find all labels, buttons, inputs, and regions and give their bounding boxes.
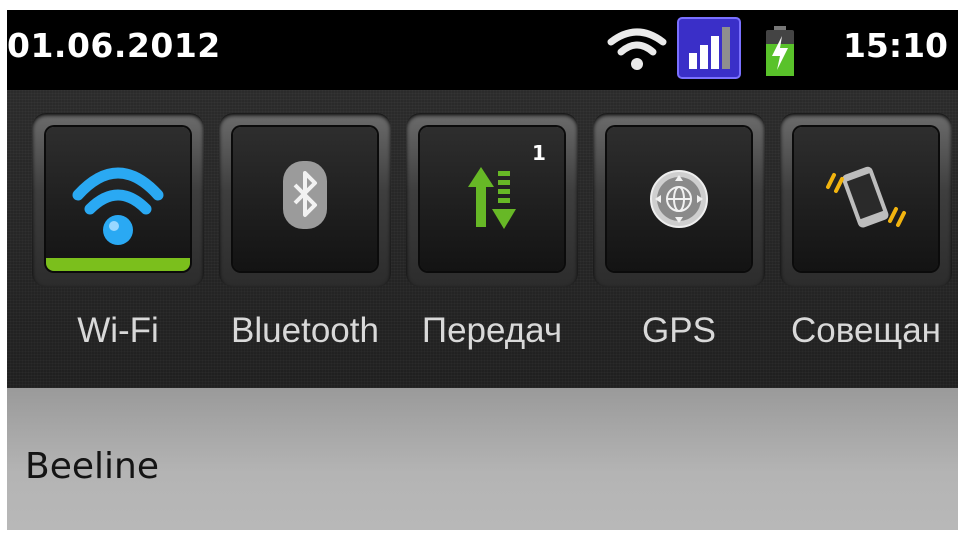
toggle-tile [32,113,204,287]
toggle-meeting-mode[interactable]: Совещан [780,113,952,371]
status-date: 01.06.2012 [7,26,221,65]
status-clock: 15:10 [842,26,948,65]
bluetooth-icon [283,161,327,229]
wifi-icon [607,28,667,70]
quick-settings-panel: Wi-Fi Bluetooth 1 Передач GPS Совещан [7,90,958,388]
toggle-label: Wi-Fi [77,311,159,350]
toggle-tile [219,113,391,287]
status-bar: 01.06.2012 15:10 [7,10,958,90]
toggle-label: Передач [421,311,563,350]
gps-icon [650,170,708,228]
toggle-tile [780,113,952,287]
toggle-bluetooth[interactable]: Bluetooth [219,113,391,371]
toggle-tile [593,113,765,287]
battery-charging-icon [766,26,794,76]
notification-shade: 01.06.2012 15:10 Wi-Fi Bluetooth 1 Перед… [7,10,958,530]
toggle-tile-face: 1 [420,127,564,271]
toggle-tile: 1 [406,113,578,287]
toggle-tile-face [607,127,751,271]
toggle-data-transfer[interactable]: 1 Передач [406,113,578,371]
active-indicator-bar [46,258,190,271]
wifi-icon [72,167,164,245]
operator-row: Beeline [7,388,958,530]
toggle-label: GPS [642,311,716,350]
toggle-wifi[interactable]: Wi-Fi [32,113,204,371]
carrier-name: Beeline [25,446,159,487]
toggle-tile-face [46,127,190,271]
toggle-tile-face [233,127,377,271]
toggle-gps[interactable]: GPS [593,113,765,371]
vibrate-phone-icon [826,166,906,228]
toggle-label: Совещан [791,311,941,350]
toggle-tile-face [794,127,938,271]
toggle-label: Bluetooth [231,311,379,350]
notification-badge: 1 [532,141,546,165]
signal-strength-icon [677,17,741,79]
